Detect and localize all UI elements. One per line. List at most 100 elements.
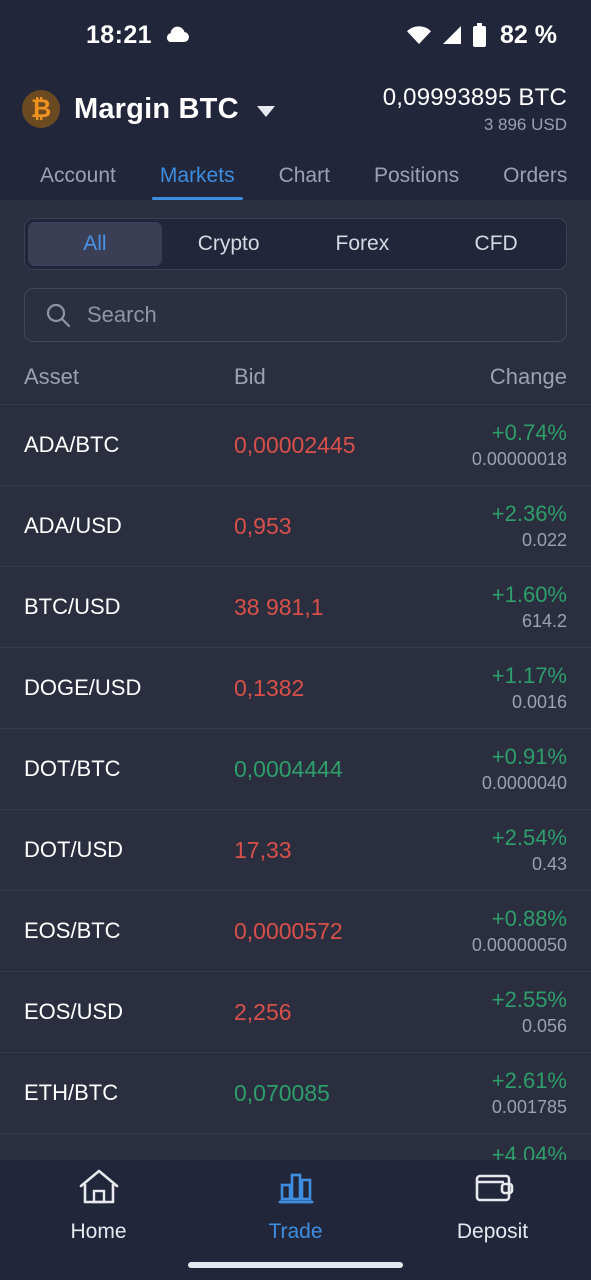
cell-asset: EOS/BTC bbox=[24, 918, 121, 943]
wallet-icon bbox=[471, 1167, 515, 1212]
table-row[interactable]: ETH/BTC 0,070085 +2.61% 0.001785 bbox=[0, 1052, 591, 1133]
change-percent: +2.61% bbox=[491, 1068, 567, 1093]
search-input[interactable] bbox=[87, 302, 546, 328]
balance-btc: 0,09993895 BTC bbox=[382, 83, 567, 111]
change-percent: +1.17% bbox=[491, 663, 567, 688]
balance-block: 0,09993895 BTC 3 896 USD bbox=[383, 84, 567, 135]
status-bar-left: 18:21 bbox=[86, 21, 190, 50]
table-header: Asset Bid Change bbox=[0, 342, 591, 404]
filter-crypto[interactable]: Crypto bbox=[162, 222, 296, 266]
cell-change: +0.74% 0.00000018 bbox=[407, 420, 567, 470]
change-percent: +1.60% bbox=[491, 582, 567, 607]
cell-bid: 17,33 bbox=[234, 836, 292, 863]
table-row[interactable]: DOGE/USD 0,1382 +1.17% 0.0016 bbox=[0, 647, 591, 728]
cell-asset: ADA/BTC bbox=[24, 432, 120, 457]
cell-asset: DOT/BTC bbox=[24, 756, 121, 781]
status-bar: 18:21 82 % bbox=[0, 0, 591, 70]
table-row[interactable]: EOS/BTC 0,0000572 +0.88% 0.00000050 bbox=[0, 890, 591, 971]
change-absolute: 0.43 bbox=[531, 854, 567, 874]
change-percent: +2.55% bbox=[491, 987, 567, 1012]
cell-asset: DOT/USD bbox=[24, 837, 123, 862]
cell-change: +4.04% bbox=[407, 1142, 567, 1160]
cell-asset: DOGE/USD bbox=[24, 675, 142, 700]
column-header-bid[interactable]: Bid bbox=[234, 364, 407, 390]
column-header-change[interactable]: Change bbox=[407, 364, 567, 390]
table-row[interactable]: EOS/USD 2,256 +2.55% 0.056 bbox=[0, 971, 591, 1052]
nav-item-trade[interactable]: Trade bbox=[197, 1167, 394, 1244]
cell-bid: 0,0000572 bbox=[234, 917, 343, 944]
cell-bid: 0,953 bbox=[234, 512, 292, 539]
change-absolute: 0.00000018 bbox=[471, 449, 567, 469]
cloud-icon bbox=[166, 26, 189, 42]
bitcoin-icon: ₿ bbox=[22, 90, 60, 128]
change-percent: +2.36% bbox=[491, 501, 567, 526]
table-row[interactable]: BTC/USD 38 981,1 +1.60% 614.2 bbox=[0, 566, 591, 647]
change-percent: +2.54% bbox=[491, 825, 567, 850]
filter-cfd[interactable]: CFD bbox=[429, 222, 563, 266]
filter-forex[interactable]: Forex bbox=[296, 222, 430, 266]
app-header: ₿ Margin BTC 0,09993895 BTC 3 896 USD bbox=[0, 70, 591, 148]
cell-bid: 0,070085 bbox=[234, 1079, 330, 1106]
home-indicator bbox=[188, 1262, 403, 1268]
search-wrap bbox=[0, 270, 591, 342]
change-absolute: 0.0000040 bbox=[481, 773, 567, 793]
tab-positions[interactable]: Positions bbox=[352, 164, 481, 200]
balance-usd: 3 896 USD bbox=[483, 114, 567, 134]
cell-change: +2.36% 0.022 bbox=[407, 501, 567, 551]
filter-segmented-wrap: All Crypto Forex CFD bbox=[0, 200, 591, 270]
tab-orders[interactable]: Orders bbox=[481, 164, 589, 200]
cell-change: +1.17% 0.0016 bbox=[407, 663, 567, 713]
table-row[interactable]: DOT/BTC 0,0004444 +0.91% 0.0000040 bbox=[0, 728, 591, 809]
account-selector[interactable]: ₿ Margin BTC bbox=[22, 90, 275, 128]
tab-markets[interactable]: Markets bbox=[138, 164, 257, 200]
change-absolute: 0.022 bbox=[521, 530, 567, 550]
market-filter-segmented: All Crypto Forex CFD bbox=[24, 218, 567, 270]
chevron-down-icon[interactable] bbox=[256, 105, 275, 117]
change-percent: +0.74% bbox=[491, 420, 567, 445]
cell-asset: ADA/USD bbox=[24, 513, 122, 538]
column-header-asset[interactable]: Asset bbox=[24, 364, 234, 390]
cell-bid: 38 981,1 bbox=[234, 593, 324, 620]
table-row[interactable]: ADA/BTC 0,00002445 +0.74% 0.00000018 bbox=[0, 404, 591, 485]
filter-all[interactable]: All bbox=[28, 222, 162, 266]
markets-panel: AllCryptoForexCFD Asset Bid Change ADA/B… bbox=[0, 200, 591, 1160]
table-row[interactable]: ADA/USD 0,953 +2.36% 0.022 bbox=[0, 485, 591, 566]
tab-account[interactable]: Account bbox=[18, 164, 138, 200]
nav-item-label: Deposit bbox=[456, 1219, 529, 1243]
cell-asset: EOS/USD bbox=[24, 999, 124, 1024]
tab-chart[interactable]: Chart bbox=[257, 164, 352, 200]
cell-change: +0.91% 0.0000040 bbox=[407, 744, 567, 794]
search-bar[interactable] bbox=[24, 288, 567, 342]
cellular-signal-icon bbox=[443, 26, 462, 44]
battery-icon bbox=[473, 23, 487, 47]
bar-chart-icon bbox=[274, 1167, 318, 1212]
cell-change: +2.61% 0.001785 bbox=[407, 1068, 567, 1118]
search-icon bbox=[46, 303, 71, 328]
table-row[interactable]: +4.04% bbox=[0, 1133, 591, 1160]
nav-item-label: Home bbox=[70, 1219, 127, 1243]
cell-bid: 0,00002445 bbox=[234, 431, 356, 458]
nav-item-deposit[interactable]: Deposit bbox=[394, 1167, 591, 1244]
app-screen: 18:21 82 % ₿ Margin BTC 0,09993895 BTC 3… bbox=[0, 0, 591, 1280]
cell-bid: 2,256 bbox=[234, 998, 292, 1025]
change-absolute: 614.2 bbox=[521, 611, 567, 631]
cell-change: +1.60% 614.2 bbox=[407, 582, 567, 632]
cell-bid: 0,1382 bbox=[234, 674, 305, 701]
change-percent: +0.91% bbox=[491, 744, 567, 769]
battery-percent: 82 % bbox=[500, 20, 557, 49]
cell-change: +2.55% 0.056 bbox=[407, 987, 567, 1037]
home-indicator-area bbox=[0, 1250, 591, 1280]
account-name: Margin BTC bbox=[74, 92, 239, 125]
wifi-icon bbox=[407, 26, 432, 44]
change-absolute: 0.0016 bbox=[511, 692, 567, 712]
change-percent: +4.04% bbox=[491, 1142, 567, 1160]
nav-item-home[interactable]: Home bbox=[0, 1167, 197, 1244]
section-tabs: AccountMarketsChartPositionsOrdersHistor… bbox=[0, 148, 591, 200]
change-percent: +0.88% bbox=[491, 906, 567, 931]
cell-change: +2.54% 0.43 bbox=[407, 825, 567, 875]
table-row[interactable]: DOT/USD 17,33 +2.54% 0.43 bbox=[0, 809, 591, 890]
markets-list: ADA/BTC 0,00002445 +0.74% 0.00000018 ADA/USD… bbox=[0, 404, 591, 1160]
change-absolute: 0.00000050 bbox=[471, 935, 567, 955]
change-absolute: 0.056 bbox=[521, 1016, 567, 1036]
change-absolute: 0.001785 bbox=[491, 1097, 567, 1117]
